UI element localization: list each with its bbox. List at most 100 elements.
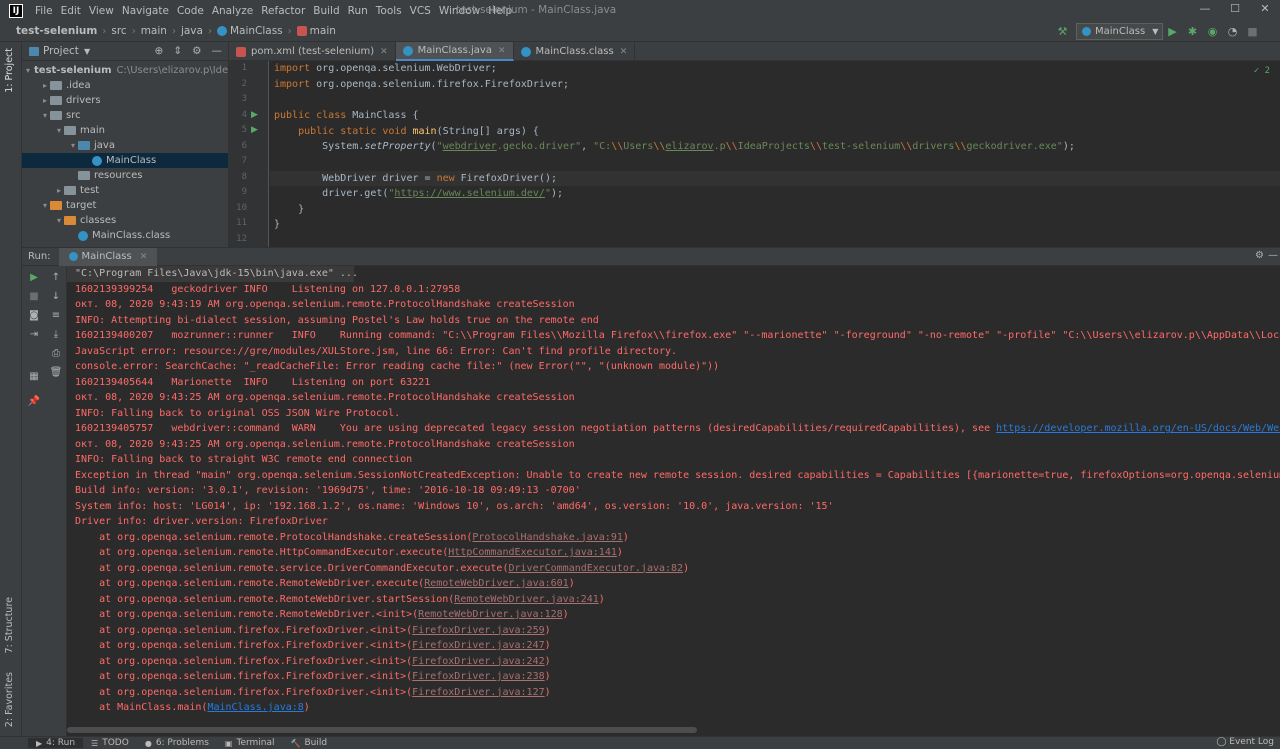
debug-icon[interactable]: ✱ bbox=[1185, 24, 1200, 39]
stop-icon[interactable]: ■ bbox=[1245, 24, 1260, 39]
tree-expand-icon[interactable]: ▸ bbox=[54, 183, 64, 198]
layout-icon[interactable]: ▦ bbox=[27, 370, 41, 384]
editor-tab[interactable]: MainClass.class ✕ bbox=[514, 42, 636, 61]
tree-item[interactable]: ▸ .idea bbox=[22, 78, 228, 93]
structure-tool-tab[interactable]: 7: Structure bbox=[4, 597, 15, 653]
tree-expand-icon[interactable]: ▾ bbox=[54, 213, 64, 228]
tree-item[interactable]: MainClass.class bbox=[22, 228, 228, 243]
stack-frame-link[interactable]: FirefoxDriver.java:127 bbox=[412, 687, 544, 698]
menu-item-tools[interactable]: Tools bbox=[372, 5, 406, 17]
console-link[interactable]: https://developer.mozilla.org/en-US/docs… bbox=[996, 423, 1280, 434]
arrow-up-icon[interactable]: ↑ bbox=[49, 271, 63, 285]
menu-item-analyze[interactable]: Analyze bbox=[208, 5, 257, 17]
close-icon[interactable]: ✕ bbox=[1250, 2, 1280, 18]
close-tab-icon[interactable]: ✕ bbox=[140, 252, 148, 262]
tree-item[interactable]: ▾ classes bbox=[22, 213, 228, 228]
event-log-tab[interactable]: ◯ Event Log bbox=[1216, 737, 1274, 747]
console-horizontal-scrollbar[interactable] bbox=[67, 727, 697, 733]
camera-icon[interactable]: ◙ bbox=[27, 309, 41, 323]
project-view-select[interactable]: Project bbox=[43, 45, 79, 57]
run-tab-mainclass[interactable]: MainClass ✕ bbox=[58, 247, 158, 266]
inspection-widget[interactable]: ✓ 2 bbox=[1254, 66, 1270, 76]
breadcrumb-item[interactable]: src bbox=[111, 25, 126, 37]
stack-frame-link[interactable]: RemoteWebDriver.java:128 bbox=[418, 609, 563, 620]
maximize-icon[interactable]: ☐ bbox=[1220, 2, 1250, 18]
menu-item-vcs[interactable]: VCS bbox=[406, 5, 435, 17]
stack-frame-link[interactable]: RemoteWebDriver.java:601 bbox=[424, 578, 569, 589]
close-tab-icon[interactable]: ✕ bbox=[498, 46, 506, 56]
stack-frame-link[interactable]: FirefoxDriver.java:238 bbox=[412, 671, 544, 682]
tree-item[interactable]: ▾ src bbox=[22, 108, 228, 123]
soft-wrap-icon[interactable]: ≡ bbox=[49, 309, 63, 323]
console-output[interactable]: "C:\Program Files\Java\jdk-15\bin\java.e… bbox=[67, 266, 1280, 736]
tree-item[interactable]: ▸ test bbox=[22, 183, 228, 198]
stack-frame-link[interactable]: ProtocolHandshake.java:91 bbox=[472, 532, 623, 543]
console-link[interactable]: MainClass.java:8 bbox=[207, 702, 303, 713]
stack-frame-link[interactable]: FirefoxDriver.java:242 bbox=[412, 656, 544, 667]
menu-item-view[interactable]: View bbox=[85, 5, 118, 17]
menu-item-edit[interactable]: Edit bbox=[57, 5, 85, 17]
bottom-tab[interactable]: 🔨 Build bbox=[283, 738, 336, 748]
menu-item-code[interactable]: Code bbox=[173, 5, 208, 17]
rerun-icon[interactable]: ▶ bbox=[27, 271, 41, 285]
menu-item-navigate[interactable]: Navigate bbox=[118, 5, 173, 17]
print-icon[interactable]: ⎙ bbox=[49, 347, 63, 361]
coverage-icon[interactable]: ◉ bbox=[1205, 24, 1220, 39]
close-tab-icon[interactable]: ✕ bbox=[620, 47, 628, 57]
tree-item[interactable]: ▾ test-selenium C:\Users\elizarov.p\IdeaPr… bbox=[22, 63, 228, 78]
stack-frame-link[interactable]: DriverCommandExecutor.java:82 bbox=[508, 563, 683, 574]
menu-item-file[interactable]: File bbox=[31, 5, 57, 17]
stack-frame-link[interactable]: FirefoxDriver.java:247 bbox=[412, 640, 544, 651]
favorites-tool-tab[interactable]: 2: Favorites bbox=[4, 672, 15, 727]
tree-item[interactable]: ▾ main bbox=[22, 123, 228, 138]
menu-item-refactor[interactable]: Refactor bbox=[257, 5, 309, 17]
scroll-to-end-icon[interactable]: ⤓ bbox=[49, 328, 63, 342]
close-tab-icon[interactable]: ✕ bbox=[380, 47, 388, 57]
tree-item[interactable]: MainClass bbox=[22, 153, 228, 168]
pin-icon[interactable]: 📌 bbox=[27, 395, 41, 409]
run-icon[interactable]: ▶ bbox=[1165, 24, 1180, 39]
exit-icon[interactable]: ⇥ bbox=[27, 328, 41, 342]
collapse-all-icon[interactable]: ⇕ bbox=[173, 45, 182, 57]
tree-expand-icon[interactable]: ▸ bbox=[40, 78, 50, 93]
tree-item[interactable]: resources bbox=[22, 168, 228, 183]
tree-expand-icon[interactable]: ▾ bbox=[26, 63, 30, 78]
stop-icon[interactable]: ■ bbox=[27, 290, 41, 304]
tree-expand-icon[interactable]: ▾ bbox=[40, 198, 50, 213]
tree-expand-icon[interactable]: ▾ bbox=[68, 138, 78, 153]
run-gutter-icon[interactable]: ▶ bbox=[251, 125, 258, 135]
tree-expand-icon[interactable]: ▸ bbox=[40, 93, 50, 108]
tree-item[interactable]: ▸ drivers bbox=[22, 93, 228, 108]
breadcrumb-item[interactable]: java bbox=[181, 25, 203, 37]
breadcrumb-item[interactable]: MainClass bbox=[216, 25, 283, 37]
breadcrumb-item[interactable]: main bbox=[141, 25, 167, 37]
bottom-tab[interactable]: ▶ 4: Run bbox=[28, 738, 84, 748]
tree-expand-icon[interactable]: ▾ bbox=[54, 123, 64, 138]
gear-icon[interactable]: ⚙ bbox=[192, 45, 201, 57]
breadcrumb-item[interactable]: main bbox=[296, 25, 336, 37]
stack-frame-link[interactable]: FirefoxDriver.java:259 bbox=[412, 625, 544, 636]
locate-icon[interactable]: ⊕ bbox=[154, 45, 163, 57]
hide-icon[interactable]: — bbox=[212, 45, 223, 57]
bottom-tab[interactable]: ● 6: Problems bbox=[137, 738, 217, 748]
tree-item[interactable]: ▾ java bbox=[22, 138, 228, 153]
build-hammer-icon[interactable]: ⚒ bbox=[1055, 24, 1070, 39]
trash-icon[interactable]: 🗑 bbox=[49, 366, 63, 380]
menu-item-run[interactable]: Run bbox=[344, 5, 372, 17]
bottom-tab[interactable]: ☰ TODO bbox=[83, 738, 137, 748]
minimize-icon[interactable]: — bbox=[1190, 2, 1220, 18]
stack-frame-link[interactable]: HttpCommandExecutor.java:141 bbox=[448, 547, 617, 558]
stack-frame-link[interactable]: RemoteWebDriver.java:241 bbox=[454, 594, 599, 605]
bottom-tab[interactable]: ▣ Terminal bbox=[217, 738, 283, 748]
tree-expand-icon[interactable]: ▾ bbox=[40, 108, 50, 123]
run-gutter-icon[interactable]: ▶ bbox=[251, 110, 258, 120]
profile-icon[interactable]: ◔ bbox=[1225, 24, 1240, 39]
project-tool-tab[interactable]: 1: Project bbox=[4, 48, 15, 93]
menu-item-build[interactable]: Build bbox=[309, 5, 343, 17]
tree-item[interactable]: ▾ target bbox=[22, 198, 228, 213]
hide-icon[interactable]: — bbox=[1268, 250, 1278, 261]
code-editor[interactable]: import org.openqa.selenium.WebDriver; im… bbox=[270, 61, 1280, 247]
editor-tab[interactable]: pom.xml (test-selenium) ✕ bbox=[229, 42, 396, 61]
breadcrumb-item[interactable]: test-selenium bbox=[16, 25, 97, 37]
editor-tab[interactable]: MainClass.java ✕ bbox=[395, 42, 514, 61]
